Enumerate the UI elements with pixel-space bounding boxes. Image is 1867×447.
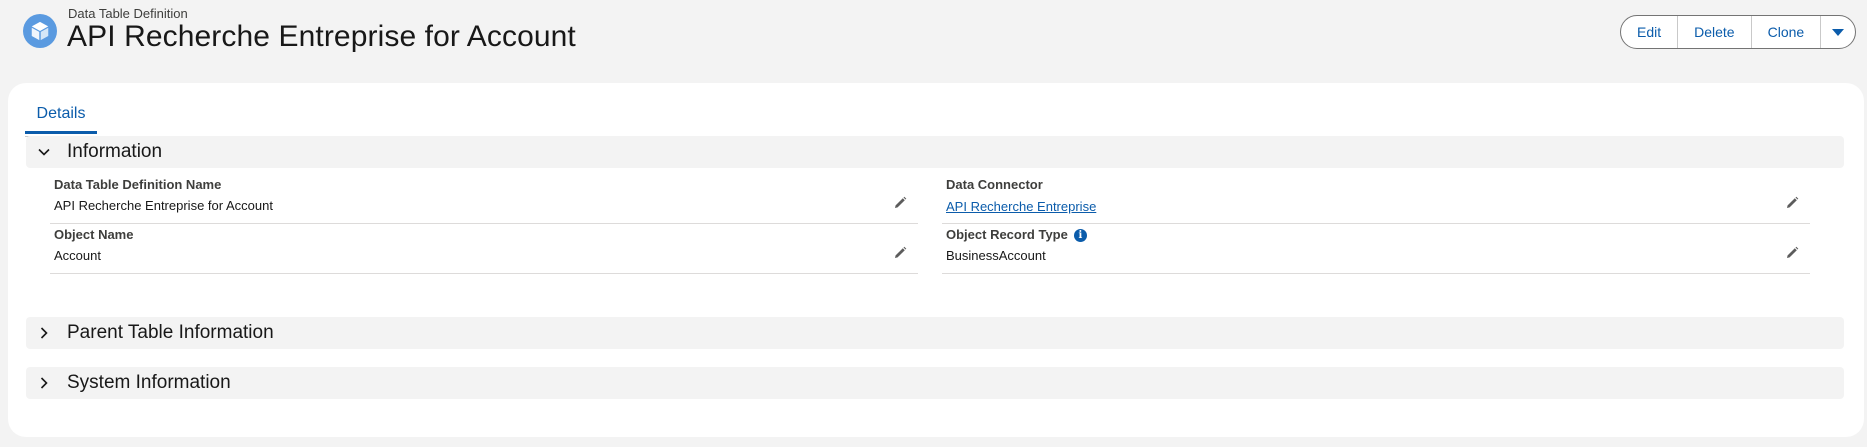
field-label: Data Connector xyxy=(946,177,1043,192)
tab-details[interactable]: Details xyxy=(33,105,89,131)
active-tab-indicator xyxy=(25,131,97,134)
chevron-right-icon xyxy=(40,327,48,339)
section-information-header[interactable]: Information xyxy=(26,136,1844,168)
tab-bar: Details xyxy=(25,83,1838,137)
pencil-icon[interactable] xyxy=(892,245,908,261)
field-label-text: Object Record Type xyxy=(946,227,1068,242)
chevron-down-icon xyxy=(38,148,50,156)
cube-icon xyxy=(23,14,57,48)
pencil-icon[interactable] xyxy=(1784,195,1800,211)
section-system-information-header[interactable]: System Information xyxy=(26,367,1844,399)
section-parent-table-header[interactable]: Parent Table Information xyxy=(26,317,1844,349)
data-connector-link[interactable]: API Recherche Entreprise xyxy=(946,199,1096,214)
chevron-right-icon xyxy=(40,377,48,389)
delete-button[interactable]: Delete xyxy=(1678,16,1752,48)
field-object-record-type: Object Record Type i BusinessAccount xyxy=(942,227,1810,274)
field-value: Account xyxy=(54,248,101,263)
more-actions-button[interactable] xyxy=(1821,16,1855,48)
section-title: Parent Table Information xyxy=(67,322,274,343)
pencil-icon[interactable] xyxy=(1784,245,1800,261)
field-data-connector: Data Connector API Recherche Entreprise xyxy=(942,177,1810,224)
section-title: Information xyxy=(67,141,163,162)
field-value: API Recherche Entreprise for Account xyxy=(54,198,273,213)
edit-button[interactable]: Edit xyxy=(1621,16,1679,48)
object-type-label: Data Table Definition xyxy=(68,6,188,21)
chevron-down-icon xyxy=(1832,28,1845,36)
field-object-name: Object Name Account xyxy=(50,227,918,274)
field-label: Object Name xyxy=(54,227,134,242)
field-label: Object Record Type i xyxy=(946,227,1087,242)
field-data-table-definition-name: Data Table Definition Name API Recherche… xyxy=(50,177,918,224)
record-detail-card: Details Information Data Table Definitio… xyxy=(8,83,1864,437)
pencil-icon[interactable] xyxy=(892,195,908,211)
record-actions: Edit Delete Clone xyxy=(1620,15,1857,49)
field-value: BusinessAccount xyxy=(946,248,1046,263)
page-title: API Recherche Entreprise for Account xyxy=(67,20,576,53)
field-label: Data Table Definition Name xyxy=(54,177,222,192)
info-icon[interactable]: i xyxy=(1073,229,1087,242)
clone-button[interactable]: Clone xyxy=(1752,16,1822,48)
section-title: System Information xyxy=(67,372,231,393)
record-header: Data Table Definition API Recherche Entr… xyxy=(0,0,1867,80)
